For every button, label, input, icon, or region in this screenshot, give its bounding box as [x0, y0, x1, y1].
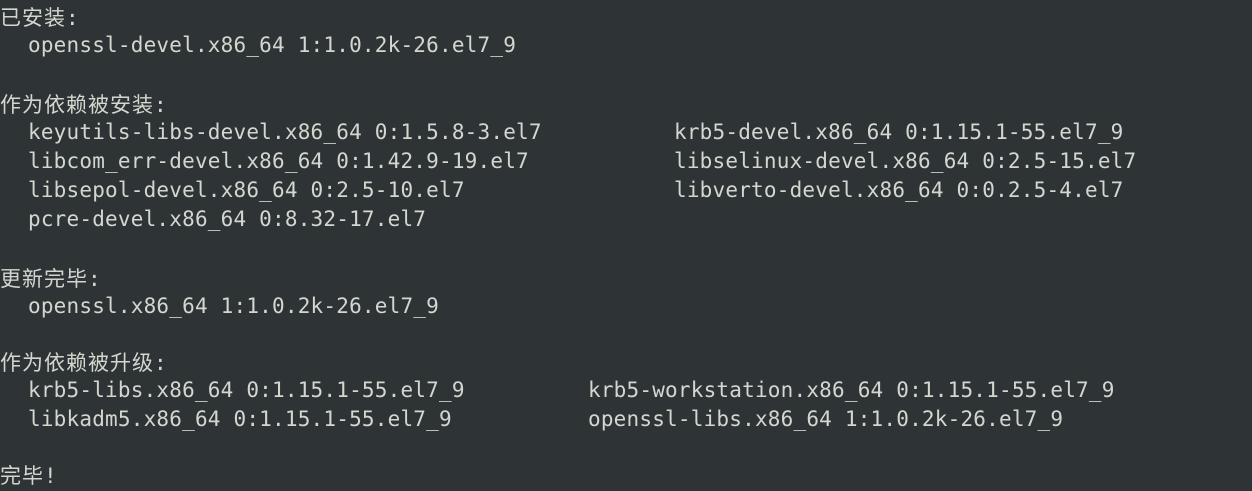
installed-header: 已安装: [0, 6, 80, 30]
dependency-package-pcre-devel: pcre-devel.x86_64 0:8.32-17.el7 [28, 207, 427, 231]
upgraded-package-krb5-libs: krb5-libs.x86_64 0:1.15.1-55.el7_9 [28, 378, 465, 402]
dependency-package-keyutils-libs-devel: keyutils-libs-devel.x86_64 0:1.5.8-3.el7 [28, 120, 542, 144]
upgraded-package-libkadm5: libkadm5.x86_64 0:1.15.1-55.el7_9 [28, 407, 452, 431]
dependency-package-libverto-devel: libverto-devel.x86_64 0:0.2.5-4.el7 [674, 178, 1124, 202]
dependencies-installed-header: 作为依赖被安装: [0, 93, 168, 117]
updated-header: 更新完毕: [0, 267, 102, 291]
dependency-package-libselinux-devel: libselinux-devel.x86_64 0:2.5-15.el7 [674, 149, 1137, 173]
dependency-package-krb5-devel: krb5-devel.x86_64 0:1.15.1-55.el7_9 [674, 120, 1124, 144]
dependency-package-libsepol-devel: libsepol-devel.x86_64 0:2.5-10.el7 [28, 178, 465, 202]
installed-package-openssl-devel: openssl-devel.x86_64 1:1.0.2k-26.el7_9 [28, 33, 517, 57]
upgraded-package-openssl-libs: openssl-libs.x86_64 1:1.0.2k-26.el7_9 [588, 407, 1064, 431]
complete-message: 完毕! [0, 464, 58, 488]
dependencies-upgraded-header: 作为依赖被升级: [0, 351, 168, 375]
terminal-window[interactable]: 已安装: openssl-devel.x86_64 1:1.0.2k-26.el… [0, 0, 1252, 491]
dependency-package-libcom-err-devel: libcom_err-devel.x86_64 0:1.42.9-19.el7 [28, 149, 529, 173]
upgraded-package-krb5-workstation: krb5-workstation.x86_64 0:1.15.1-55.el7_… [588, 378, 1115, 402]
updated-package-openssl: openssl.x86_64 1:1.0.2k-26.el7_9 [28, 294, 439, 318]
